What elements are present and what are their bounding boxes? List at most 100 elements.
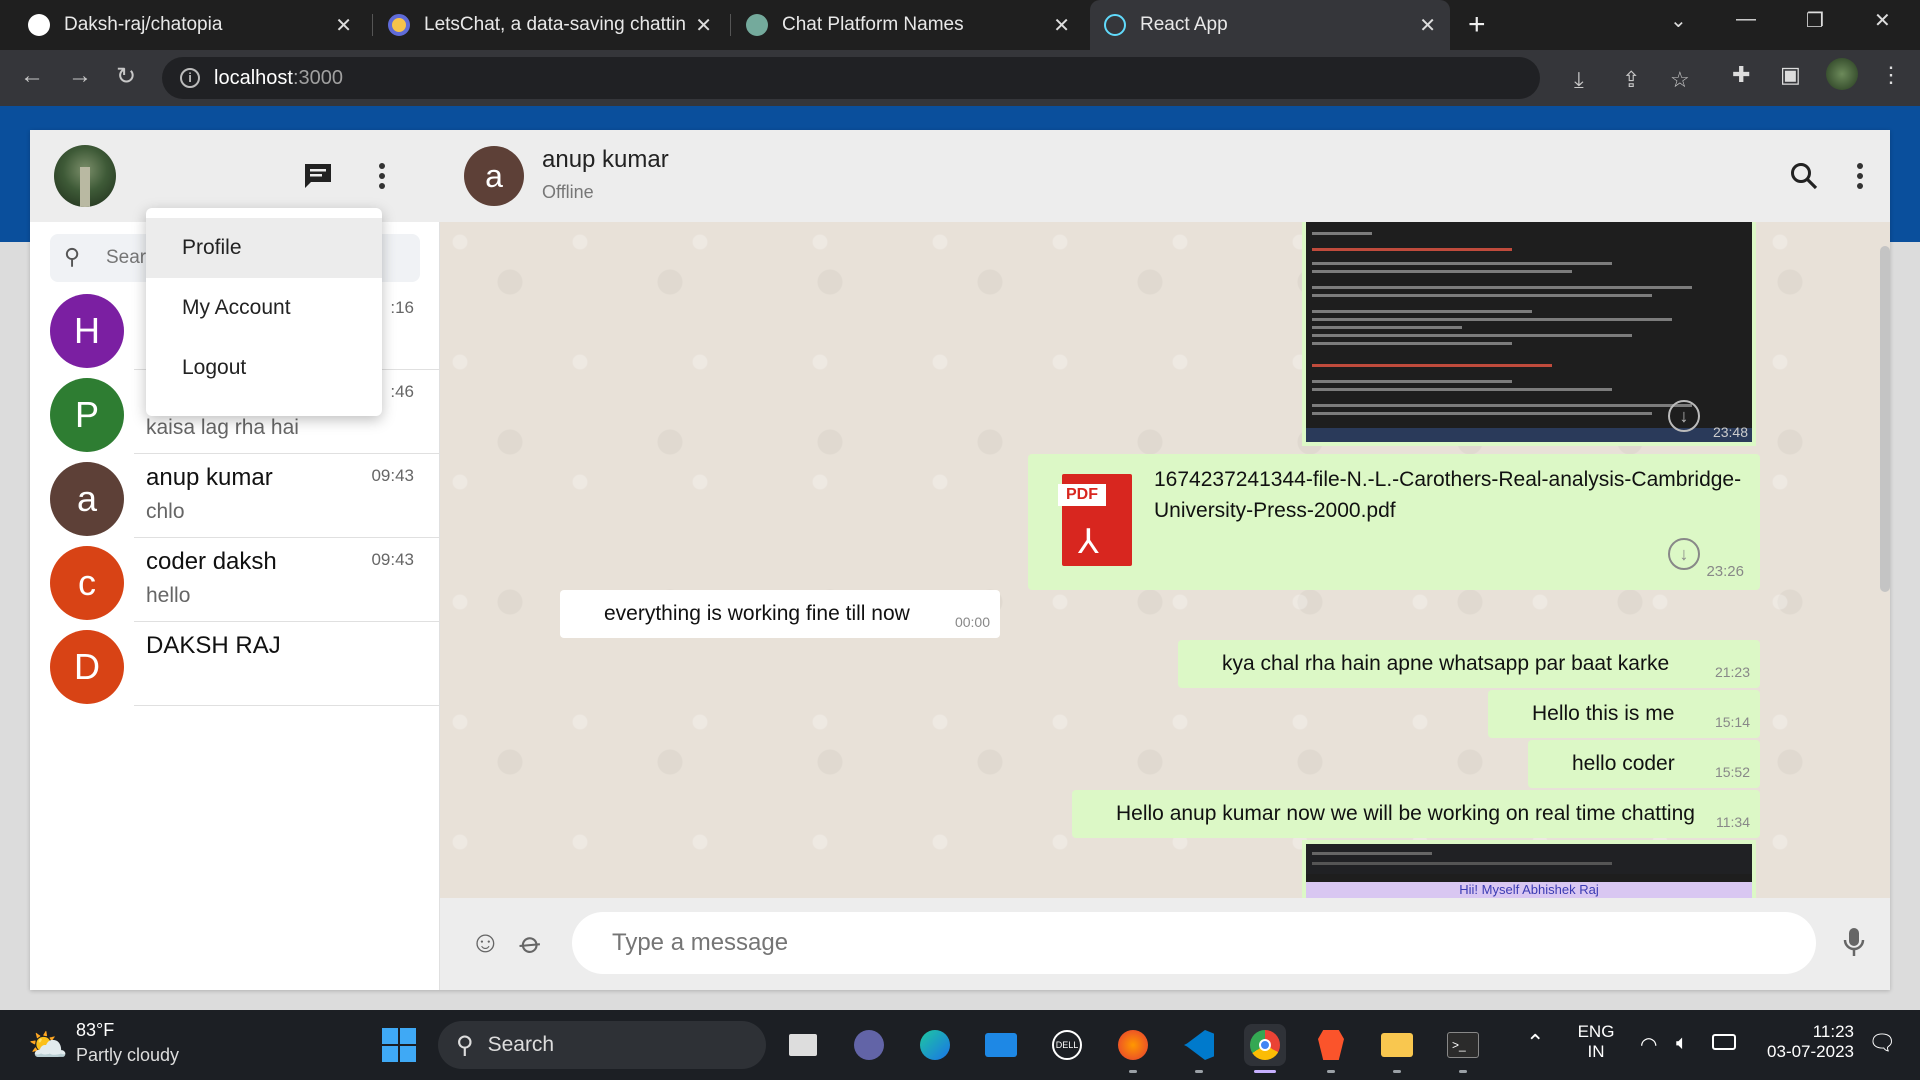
- brave-icon[interactable]: [1310, 1024, 1352, 1066]
- browser-menu-icon[interactable]: ⋮: [1880, 62, 1902, 88]
- back-icon[interactable]: ←: [20, 62, 44, 90]
- conversation-item[interactable]: D DAKSH RAJ: [30, 622, 440, 706]
- conversation-item[interactable]: c coder daksh 09:43 hello: [30, 538, 440, 622]
- side-panel-icon[interactable]: ▣: [1780, 62, 1801, 88]
- mail-icon[interactable]: [980, 1024, 1022, 1066]
- outgoing-message[interactable]: hello coder 15:52: [1528, 740, 1760, 788]
- profile-avatar-icon[interactable]: [1826, 58, 1858, 90]
- share-icon[interactable]: ⇪: [1622, 67, 1640, 93]
- notifications-icon[interactable]: 🗨︎: [1868, 1030, 1896, 1056]
- close-window-icon[interactable]: ✕: [1874, 8, 1891, 33]
- avatar[interactable]: a: [464, 146, 524, 206]
- taskbar-search[interactable]: ⚲ Search: [438, 1021, 766, 1069]
- tab-chatopia[interactable]: Daksh-raj/chatopia ✕: [14, 0, 366, 50]
- volume-icon[interactable]: 🔈︎: [1676, 1032, 1688, 1055]
- contact-name: anup kumar: [146, 464, 273, 491]
- page-viewport: ⚲ H :16 P :46 kaisa lag rha hai: [0, 106, 1920, 1010]
- file-explorer-icon[interactable]: [1376, 1024, 1418, 1066]
- avatar: c: [50, 546, 124, 620]
- tab-title: React App: [1140, 14, 1228, 35]
- menu-item-logout[interactable]: Logout: [146, 338, 382, 398]
- terminal-icon[interactable]: >_: [1442, 1024, 1484, 1066]
- tab-title: LetsChat, a data-saving chatting: [424, 14, 686, 35]
- menu-item-my-account[interactable]: My Account: [146, 278, 382, 338]
- vscode-icon[interactable]: [1178, 1024, 1220, 1066]
- message-text: Hello this is me: [1532, 702, 1675, 725]
- address-bar[interactable]: i localhost:3000 ⤓ ⇪ ☆: [162, 57, 1690, 99]
- site-info-icon[interactable]: i: [180, 68, 200, 88]
- new-tab-button[interactable]: +: [1468, 8, 1486, 42]
- new-chat-icon[interactable]: [296, 154, 340, 198]
- image-caption: Hii! Myself Abhishek Raj: [1306, 882, 1752, 898]
- forward-icon[interactable]: →: [68, 62, 92, 90]
- clock-time[interactable]: 11:23: [1754, 1022, 1854, 1042]
- message-time: 00:00: [954, 614, 990, 630]
- weather-condition: Partly cloudy: [76, 1045, 180, 1065]
- attach-icon[interactable]: ⌀: [513, 924, 549, 962]
- message-time: 15:52: [1714, 764, 1750, 780]
- chrome-icon[interactable]: [1244, 1024, 1286, 1066]
- outgoing-message[interactable]: Hello anup kumar now we will be working …: [1072, 790, 1760, 838]
- chevron-up-icon[interactable]: ⌃: [1526, 1030, 1544, 1056]
- screenshot-image: ↓ 23:48: [1306, 222, 1752, 442]
- chat-panel: a anup kumar Offline ↓ 23:48 PDF ⅄ 16742…: [440, 130, 1890, 990]
- close-tab-icon[interactable]: ✕: [1053, 13, 1070, 38]
- message-text: kya chal rha hain apne whatsapp par baat…: [1222, 652, 1670, 675]
- message-list[interactable]: ↓ 23:48 PDF ⅄ 1674237241344-file-N.-L.-C…: [440, 222, 1890, 898]
- extensions-icon[interactable]: ✚: [1732, 62, 1750, 88]
- message-time: :16: [390, 298, 414, 317]
- firefox-icon[interactable]: [1112, 1024, 1154, 1066]
- temperature: 83°F: [76, 1020, 115, 1040]
- message-text: hello coder: [1572, 752, 1675, 775]
- message-input[interactable]: [610, 926, 1780, 960]
- start-icon[interactable]: [378, 1024, 420, 1066]
- avatar[interactable]: [54, 145, 116, 207]
- close-tab-icon[interactable]: ✕: [695, 13, 712, 38]
- conversation-item[interactable]: a anup kumar 09:43 chlo: [30, 454, 440, 538]
- bookmark-star-icon[interactable]: ☆: [1670, 67, 1690, 93]
- github-icon: [28, 14, 50, 36]
- search-icon[interactable]: [1782, 154, 1826, 198]
- tab-chat-platform-names[interactable]: Chat Platform Names ✕: [732, 0, 1084, 50]
- tab-letschat[interactable]: LetsChat, a data-saving chatting ✕: [374, 0, 726, 50]
- tab-react-app[interactable]: React App ✕: [1090, 0, 1450, 50]
- battery-icon[interactable]: [1712, 1034, 1736, 1050]
- sidebar-menu-icon[interactable]: [360, 154, 404, 198]
- reload-icon[interactable]: ↻: [116, 62, 136, 91]
- install-app-icon[interactable]: ⤓: [1574, 67, 1584, 93]
- close-tab-icon[interactable]: ✕: [335, 13, 352, 38]
- message-time: 09:43: [371, 466, 414, 485]
- microphone-icon[interactable]: [1842, 926, 1866, 966]
- download-icon[interactable]: ↓: [1668, 400, 1700, 432]
- minimize-icon[interactable]: —: [1736, 8, 1756, 31]
- clock-date[interactable]: 03-07-2023: [1754, 1042, 1854, 1062]
- avatar: a: [50, 462, 124, 536]
- close-tab-icon[interactable]: ✕: [1419, 13, 1436, 38]
- search-icon: ⚲: [456, 1031, 474, 1059]
- image-message[interactable]: ↓ 23:48: [1302, 222, 1756, 446]
- outgoing-message[interactable]: Hello this is me 15:14: [1488, 690, 1760, 738]
- language-indicator[interactable]: ENG: [1576, 1022, 1616, 1042]
- edge-icon[interactable]: [914, 1024, 956, 1066]
- outgoing-message[interactable]: kya chal rha hain apne whatsapp par baat…: [1178, 640, 1760, 688]
- tab-search-icon[interactable]: ⌄: [1670, 8, 1687, 33]
- teams-chat-icon[interactable]: [848, 1024, 890, 1066]
- chat-menu-icon[interactable]: [1838, 154, 1882, 198]
- image-message[interactable]: Hii! Myself Abhishek Raj: [1302, 840, 1756, 898]
- task-view-icon[interactable]: [782, 1024, 824, 1066]
- incoming-message[interactable]: everything is working fine till now 00:0…: [560, 590, 1000, 638]
- pdf-message[interactable]: PDF ⅄ 1674237241344-file-N.-L.-Carothers…: [1028, 454, 1760, 590]
- app-icon: [388, 14, 410, 36]
- conversation-info: coder daksh 09:43 hello: [134, 538, 440, 622]
- download-icon[interactable]: ↓: [1668, 538, 1700, 570]
- search-label: Search: [487, 1033, 555, 1056]
- wifi-icon[interactable]: ◠: [1640, 1032, 1657, 1057]
- scrollbar[interactable]: [1880, 246, 1890, 592]
- avatar: P: [50, 378, 124, 452]
- emoji-icon[interactable]: ☺: [470, 926, 501, 960]
- message-time: 23:26: [1706, 563, 1744, 580]
- restore-icon[interactable]: ❐: [1806, 8, 1824, 33]
- dell-icon[interactable]: DELL: [1046, 1024, 1088, 1066]
- menu-item-profile[interactable]: Profile: [146, 218, 382, 278]
- message-text: Hello anup kumar now we will be working …: [1116, 802, 1695, 825]
